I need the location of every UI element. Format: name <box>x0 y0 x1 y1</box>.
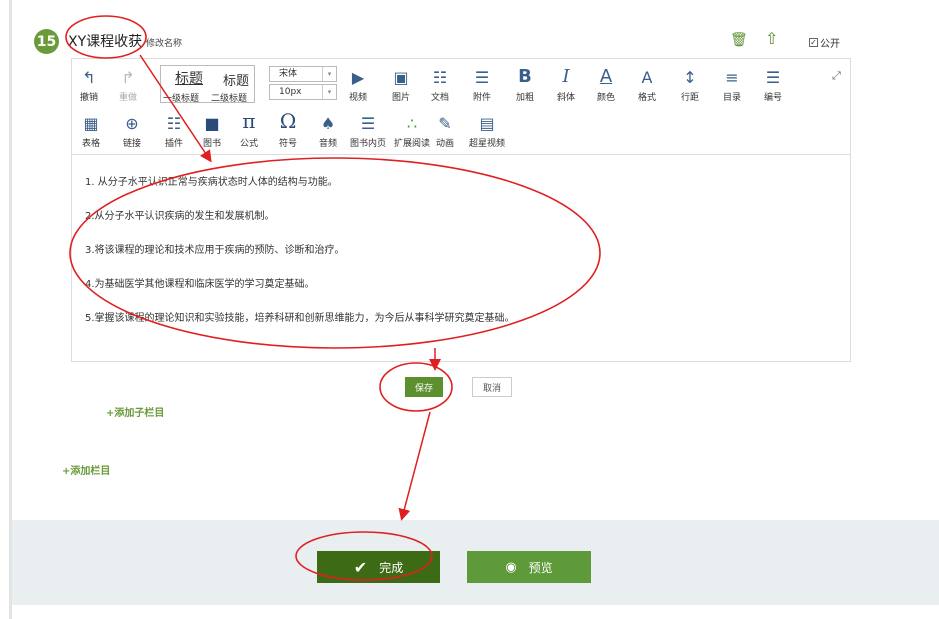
book-icon: ■ <box>204 114 220 133</box>
list-icon: ≡ <box>725 68 739 87</box>
checkbox-icon: ✓ <box>809 38 818 47</box>
attachment-icon: ☰ <box>474 68 490 87</box>
image-icon: ▣ <box>393 68 409 87</box>
plugin-button[interactable]: ☷ 插件 <box>165 111 183 149</box>
editor-content[interactable]: 1. 从分子水平认识正常与疾病状态时人体的结构与功能。 2.从分子水平认识疾病的… <box>72 155 850 347</box>
symbol-button[interactable]: Ω 符号 <box>279 109 297 149</box>
save-arrow <box>398 411 431 521</box>
chevron-down-icon: ▾ <box>322 85 336 99</box>
content-line: 1. 从分子水平认识正常与疾病状态时人体的结构与功能。 <box>85 177 338 188</box>
italic-icon: I <box>562 66 570 87</box>
public-checkbox[interactable]: ✓ 公开 <box>809 35 840 50</box>
italic-button[interactable]: I 斜体 <box>557 65 575 103</box>
done-button[interactable]: ✔ 完成 <box>317 551 440 583</box>
content-line: 4.为基础医学其他课程和临床医学的学习奠定基础。 <box>85 279 315 290</box>
line-spacing-icon: ↕ <box>683 68 697 87</box>
image-button[interactable]: ▣ 图片 <box>392 65 410 103</box>
content-line: 5.掌握该课程的理论知识和实验技能，培养科研和创新思维能力，为今后从事科学研究奠… <box>85 313 515 324</box>
editor-toolbar: ↰ 撤销 ↱ 重做 标题 标题 一级标题 二级标题 宋体 ▾ 10px ▾ ▶ … <box>72 59 850 155</box>
section-title: XY课程收获 <box>68 34 143 50</box>
undo-icon: ↰ <box>82 68 96 87</box>
audio-button[interactable]: ♠ 音频 <box>319 111 337 149</box>
globe-icon: ⊕ <box>125 114 139 133</box>
font-family-select[interactable]: 宋体 ▾ <box>269 66 337 82</box>
plugin-icon: ☷ <box>166 114 182 133</box>
heading2-button[interactable]: 标题 <box>223 70 249 89</box>
video-button[interactable]: ▶ 视频 <box>349 65 367 103</box>
eye-icon: ◉ <box>505 559 517 575</box>
undo-button[interactable]: ↰ 撤销 <box>80 65 98 103</box>
book-button[interactable]: ■ 图书 <box>203 111 221 149</box>
add-subcolumn-link[interactable]: +添加子栏目 <box>106 404 164 419</box>
bold-icon: B <box>518 66 532 87</box>
preview-button[interactable]: ◉ 预览 <box>467 551 591 583</box>
book-page-icon: ☰ <box>360 114 376 133</box>
video-icon: ▶ <box>351 68 365 87</box>
extended-reading-button[interactable]: ∴ 扩展阅读 <box>394 111 430 149</box>
save-button[interactable]: 保存 <box>405 377 443 397</box>
heading-style-group: 标题 标题 一级标题 二级标题 <box>160 65 255 104</box>
format-icon: A <box>641 68 653 87</box>
redo-button[interactable]: ↱ 重做 <box>119 65 137 103</box>
link-button[interactable]: ⊕ 链接 <box>123 111 141 149</box>
move-up-icon[interactable]: ⇧ <box>765 29 778 48</box>
formula-button[interactable]: π 公式 <box>240 109 258 149</box>
format-button[interactable]: A 格式 <box>638 65 656 103</box>
table-icon: ▦ <box>83 114 99 133</box>
pi-icon: π <box>242 109 256 133</box>
document-button[interactable]: ☷ 文档 <box>431 65 449 103</box>
font-color-icon: A <box>599 66 613 87</box>
omega-icon: Ω <box>279 109 297 133</box>
font-size-select[interactable]: 10px ▾ <box>269 84 337 100</box>
animation-button[interactable]: ✎ 动画 <box>436 111 454 149</box>
numbered-list-icon: ☰ <box>765 68 781 87</box>
rich-text-editor: ↰ 撤销 ↱ 重做 标题 标题 一级标题 二级标题 宋体 ▾ 10px ▾ ▶ … <box>71 58 851 362</box>
rename-link[interactable]: 修改名称 <box>146 36 182 49</box>
color-button[interactable]: A 颜色 <box>597 65 615 103</box>
document-icon: ☷ <box>432 68 448 87</box>
toc-button[interactable]: ≡ 目录 <box>723 65 741 103</box>
attachment-button[interactable]: ☰ 附件 <box>473 65 491 103</box>
content-line: 3.将该课程的理论和技术应用于疾病的预防、诊断和治疗。 <box>85 245 345 256</box>
book-inner-page-button[interactable]: ☰ 图书内页 <box>350 111 386 149</box>
bold-button[interactable]: B 加粗 <box>516 65 534 103</box>
microphone-icon: ♠ <box>320 114 336 133</box>
molecule-icon: ∴ <box>406 114 418 133</box>
chevron-down-icon: ▾ <box>322 67 336 81</box>
add-column-link[interactable]: +添加栏目 <box>62 462 110 477</box>
public-label: 公开 <box>820 39 840 50</box>
film-icon: ▤ <box>479 114 495 133</box>
super-video-button[interactable]: ▤ 超星视频 <box>469 111 505 149</box>
checkmark-icon: ✔ <box>353 557 368 577</box>
heading1-button[interactable]: 标题 <box>175 68 203 88</box>
trash-icon[interactable]: 🗑 <box>730 32 748 48</box>
line-spacing-button[interactable]: ↕ 行距 <box>681 65 699 103</box>
section-number-badge: 15 <box>34 29 59 54</box>
cancel-button[interactable]: 取消 <box>472 377 512 397</box>
animation-icon: ✎ <box>438 114 452 133</box>
fullscreen-icon: ⤢ <box>832 69 841 82</box>
table-button[interactable]: ▦ 表格 <box>82 111 100 149</box>
content-line: 2.从分子水平认识疾病的发生和发展机制。 <box>85 211 275 222</box>
fullscreen-button[interactable]: ⤢ <box>832 61 841 83</box>
redo-icon: ↱ <box>121 68 135 87</box>
numbering-button[interactable]: ☰ 编号 <box>764 65 782 103</box>
